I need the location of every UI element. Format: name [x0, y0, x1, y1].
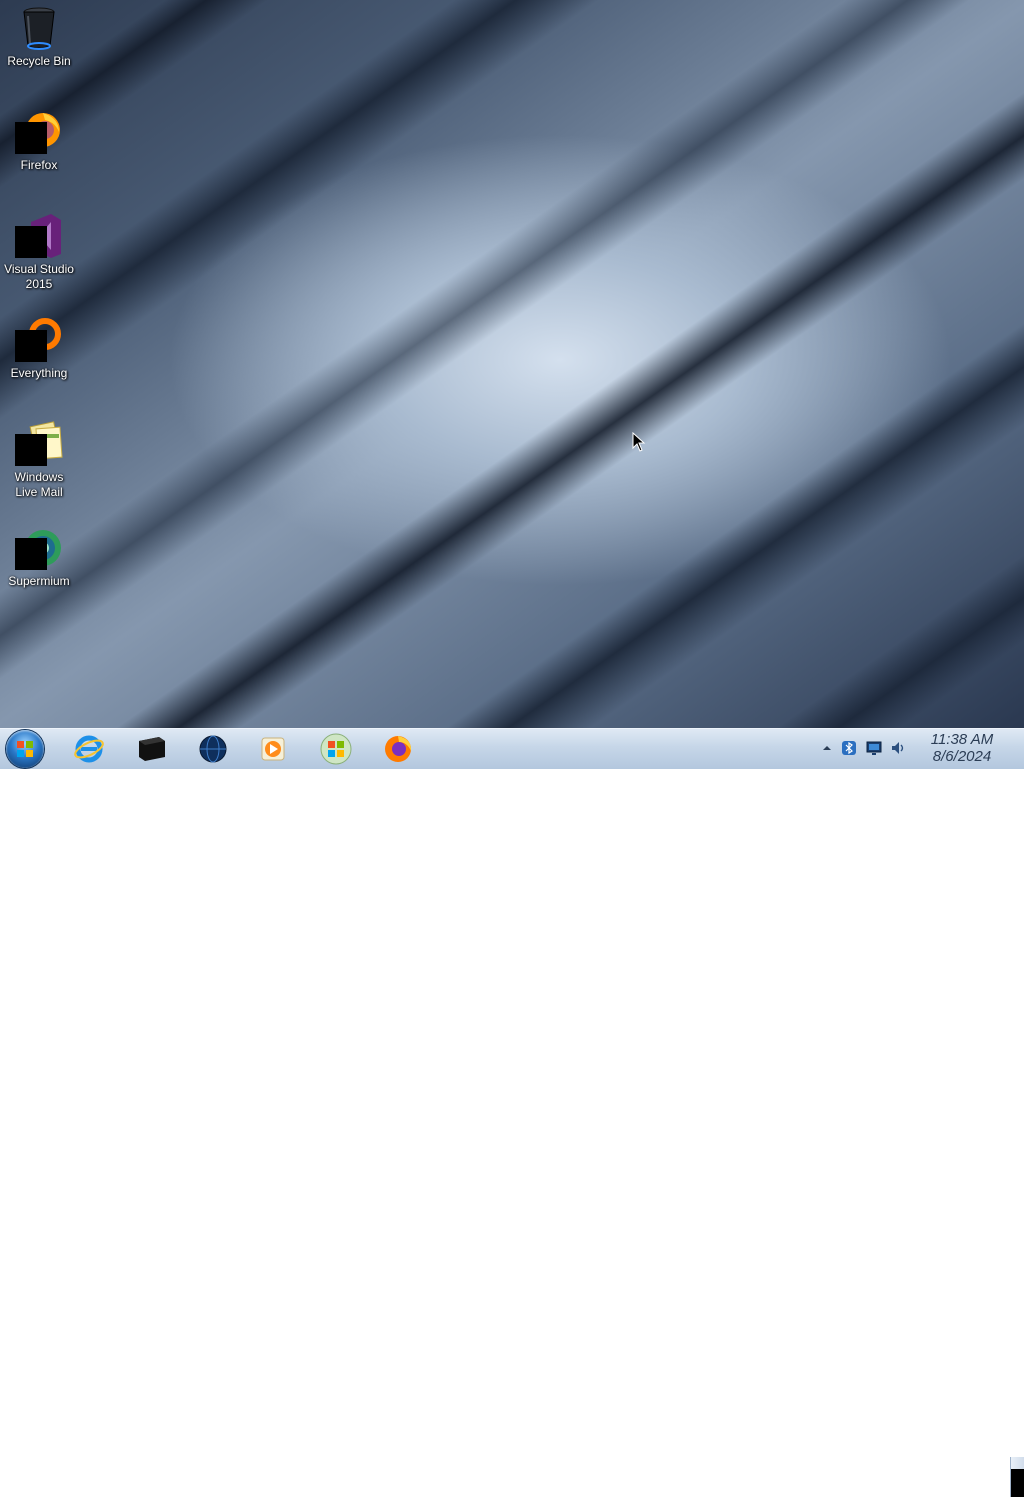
desktop-icon-label: Firefox	[20, 158, 58, 172]
desktop-icon-everything[interactable]: Everything	[0, 316, 78, 381]
taskbar-command-prompt[interactable]	[124, 731, 178, 767]
desktop-icon-label: Windows Live Mail	[14, 470, 64, 499]
show-hidden-icons-chevron[interactable]	[818, 739, 836, 757]
network-globe-icon	[199, 735, 227, 763]
show-desktop-button[interactable]	[1010, 1457, 1024, 1497]
shortcut-overlay	[15, 330, 47, 362]
system-clock[interactable]: 11:38 AM 8/6/2024	[920, 731, 1004, 765]
desktop-wallpaper: Recycle Bin Firefox Visual Studio 2015 E…	[0, 0, 1024, 728]
firefox-icon	[15, 108, 63, 156]
taskbar-firefox[interactable]	[371, 731, 425, 767]
shortcut-overlay	[15, 226, 47, 258]
shortcut-overlay	[15, 434, 47, 466]
taskbar-internet-explorer[interactable]	[62, 731, 116, 767]
clock-time: 11:38 AM	[930, 731, 994, 748]
visual-studio-icon	[15, 212, 63, 260]
desktop-icon-supermium[interactable]: Supermium	[0, 524, 78, 589]
supermium-browser-icon	[15, 524, 63, 572]
start-button[interactable]	[6, 730, 44, 768]
desktop-icon-recycle-bin[interactable]: Recycle Bin	[0, 4, 78, 69]
shortcut-overlay	[15, 538, 47, 570]
network-monitor-icon[interactable]	[865, 739, 883, 757]
windows-start-orb-icon	[17, 741, 33, 757]
firefox-icon	[385, 736, 412, 762]
desktop-icon-label: Visual Studio 2015	[4, 262, 74, 291]
shortcut-overlay	[15, 122, 47, 154]
taskbar	[0, 728, 1024, 1497]
command-prompt-icon	[139, 737, 165, 761]
show-desktop-overlay	[1011, 1469, 1024, 1497]
taskbar-windows-explorer[interactable]	[309, 731, 363, 767]
desktop-icon-label: Recycle Bin	[7, 54, 71, 68]
volume-icon[interactable]	[889, 739, 907, 757]
bluetooth-icon[interactable]	[840, 739, 858, 757]
recycle-bin-icon	[15, 4, 63, 52]
taskbar-media-player[interactable]	[246, 731, 300, 767]
desktop-icon-firefox[interactable]: Firefox	[0, 108, 78, 173]
clock-date: 8/6/2024	[932, 748, 992, 765]
desktop-icon-windows-live-mail[interactable]: Windows Live Mail	[0, 420, 78, 500]
desktop-icon-label: Supermium	[8, 574, 70, 588]
mouse-cursor-icon	[632, 432, 646, 452]
desktop-icon-label: Everything	[10, 366, 68, 380]
windows-media-player-icon	[261, 737, 285, 761]
taskbar-network-globe[interactable]	[186, 731, 240, 767]
desktop-icon-visual-studio[interactable]: Visual Studio 2015	[0, 212, 78, 292]
internet-explorer-icon	[74, 735, 104, 763]
windows-live-mail-icon	[15, 420, 63, 468]
everything-search-icon	[15, 316, 63, 364]
windows-logo-icon	[320, 733, 352, 765]
